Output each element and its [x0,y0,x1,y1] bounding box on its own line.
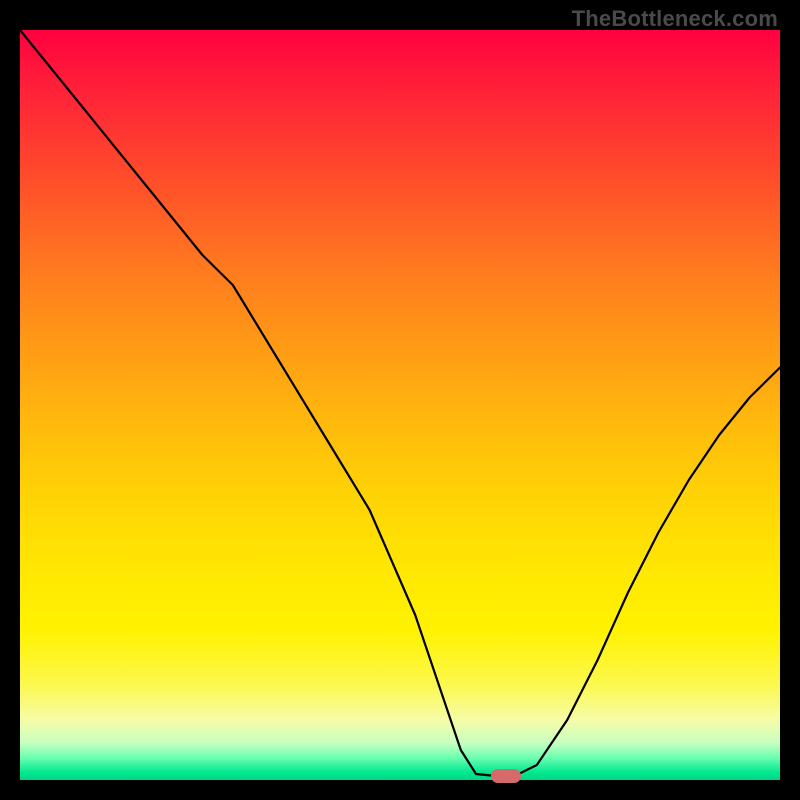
plot-area [20,30,780,780]
optimum-marker [491,769,521,783]
bottleneck-curve [20,30,780,776]
curve-layer [20,30,780,780]
watermark-text: TheBottleneck.com [572,6,778,32]
chart-frame: TheBottleneck.com [0,0,800,800]
